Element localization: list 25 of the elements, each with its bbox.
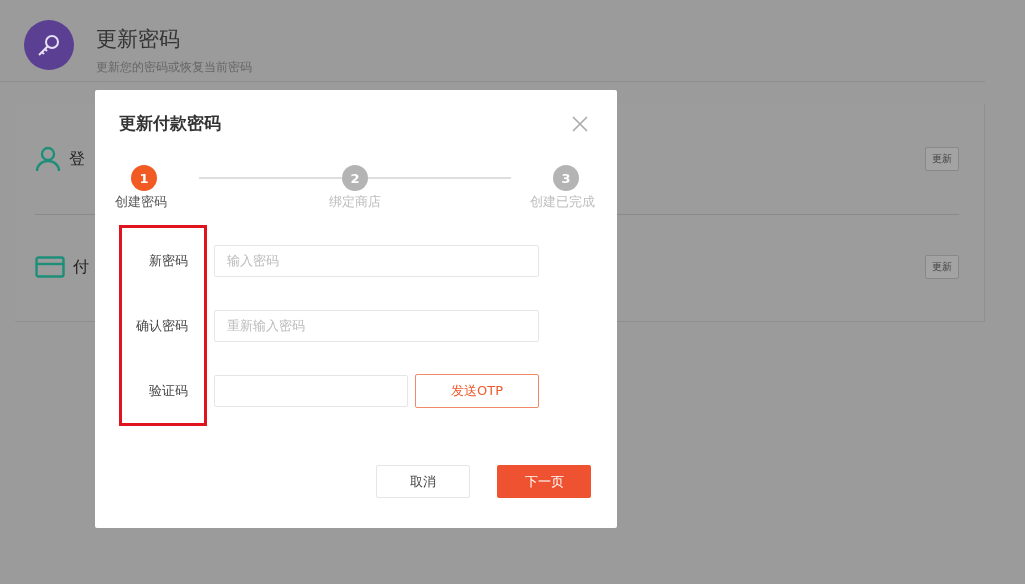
step-label: 创建密码 (115, 193, 167, 211)
step-label: 绑定商店 (329, 193, 381, 211)
field-label: 新密码 (148, 251, 188, 270)
update-button[interactable]: 更新 (925, 255, 959, 279)
key-icon (36, 32, 62, 58)
field-label: 确认密码 (135, 316, 188, 335)
setting-label: 付 (73, 256, 89, 278)
send-otp-button[interactable]: 发送OTP (415, 373, 539, 408)
step-label: 创建已完成 (530, 193, 595, 211)
field-label: 验证码 (148, 381, 188, 400)
user-icon (35, 146, 61, 172)
code-field[interactable] (214, 374, 408, 407)
setting-label: 登 (69, 148, 85, 170)
update-button[interactable]: 更新 (925, 147, 959, 171)
password-field[interactable]: 输入密码 (214, 244, 539, 277)
step-number: 3 (553, 165, 579, 191)
dialog-title: 更新付款密码 (119, 112, 221, 135)
cancel-button[interactable]: 取消 (376, 465, 470, 498)
next-button[interactable]: 下一页 (497, 465, 591, 498)
password-field[interactable]: 重新输入密码 (214, 309, 539, 342)
step-number: 1 (131, 165, 157, 191)
page-title: 更新密码 (96, 26, 181, 53)
card-icon (35, 256, 65, 278)
close-button[interactable] (571, 114, 589, 133)
step-number: 2 (342, 165, 368, 191)
